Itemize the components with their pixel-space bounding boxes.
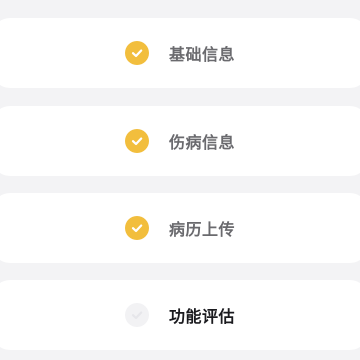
- step-card-injury-info[interactable]: 伤病信息: [0, 106, 360, 176]
- step-row: 基础信息: [124, 41, 235, 65]
- step-card-basic-info[interactable]: 基础信息: [0, 18, 360, 88]
- step-label: 基础信息: [168, 45, 235, 64]
- step-label: 病历上传: [168, 220, 235, 239]
- check-circle-icon: [124, 216, 149, 240]
- empty-circle-icon: [124, 303, 149, 327]
- step-list: 基础信息 伤病信息 病历上传 功能评估: [0, 0, 360, 360]
- check-circle-icon: [124, 129, 149, 153]
- step-card-function-assessment[interactable]: 功能评估: [0, 280, 360, 350]
- step-row: 病历上传: [124, 216, 235, 240]
- step-label: 伤病信息: [168, 133, 235, 152]
- step-label: 功能评估: [168, 307, 235, 326]
- step-card-record-upload[interactable]: 病历上传: [0, 193, 360, 263]
- step-row: 功能评估: [124, 303, 235, 327]
- step-row: 伤病信息: [124, 129, 235, 153]
- check-circle-icon: [124, 41, 149, 65]
